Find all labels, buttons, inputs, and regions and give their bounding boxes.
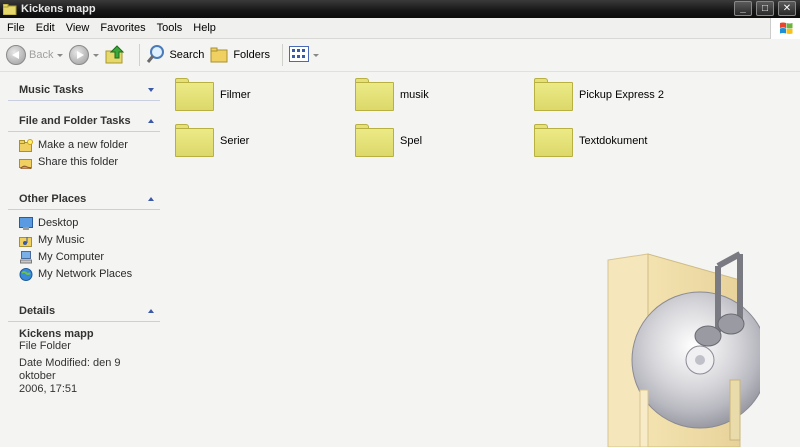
details-name: Kickens mapp <box>19 328 94 340</box>
chevron-up-icon[interactable] <box>148 118 154 123</box>
file-folder-tasks-title: File and Folder Tasks <box>19 114 131 127</box>
music-tasks-header[interactable]: Music Tasks <box>8 79 160 101</box>
music-folder-watermark-icon <box>600 240 769 447</box>
other-places-title: Other Places <box>19 192 87 205</box>
minimize-icon: _ <box>740 3 746 14</box>
new-folder-icon <box>19 138 33 152</box>
share-folder-icon <box>19 156 33 169</box>
file-folder-tasks-section: File and Folder Tasks Make a new folder … <box>8 110 160 171</box>
details-modified-time: 2006, 17:51 <box>19 383 78 395</box>
back-arrow-icon <box>6 45 26 65</box>
file-folder-tasks-header[interactable]: File and Folder Tasks <box>8 110 160 132</box>
chevron-down-icon <box>313 53 320 57</box>
other-places-section: Other Places Desktop My Music My Compute… <box>8 188 160 283</box>
my-music-icon <box>19 234 33 247</box>
folder-label: Serier <box>220 134 250 147</box>
forward-button[interactable] <box>69 45 100 65</box>
toolbar-separator <box>139 44 141 66</box>
folder-label: Spel <box>400 134 423 147</box>
chevron-up-icon[interactable] <box>148 196 154 201</box>
folder-label: Textdokument <box>579 134 648 147</box>
menu-tools[interactable]: Tools <box>154 22 191 34</box>
folders-button[interactable]: Folders <box>210 45 270 66</box>
minimize-button[interactable]: _ <box>734 1 752 16</box>
folders-icon <box>210 45 230 66</box>
menu-file[interactable]: File <box>4 22 33 34</box>
folder-icon <box>534 124 573 157</box>
folder-item[interactable]: Serier <box>175 124 249 157</box>
toolbar-separator <box>282 44 284 66</box>
folder-icon <box>355 78 394 111</box>
other-place-my-music[interactable]: My Music <box>19 232 160 248</box>
other-place-my-computer[interactable]: My Computer <box>19 249 160 265</box>
close-icon: ✕ <box>782 3 792 14</box>
folder-label: Pickup Express 2 <box>579 88 664 101</box>
make-new-folder-label: Make a new folder <box>38 139 128 151</box>
chevron-down-icon <box>57 53 64 57</box>
chevron-down-icon <box>93 53 100 57</box>
folder-icon <box>355 124 394 157</box>
menu-edit[interactable]: Edit <box>33 22 63 34</box>
up-folder-icon <box>105 44 127 67</box>
music-tasks-section: Music Tasks <box>8 79 160 101</box>
back-button[interactable]: Back <box>6 45 64 65</box>
folder-item[interactable]: Pickup Express 2 <box>534 78 664 111</box>
my-computer-label: My Computer <box>38 251 105 263</box>
forward-arrow-icon <box>69 45 90 65</box>
folders-label: Folders <box>233 49 271 61</box>
details-modified-date: Date Modified: den 9 oktober <box>19 357 121 382</box>
folder-icon <box>175 124 214 157</box>
menu-help[interactable]: Help <box>190 22 224 34</box>
search-icon <box>146 44 166 67</box>
share-folder-label: Share this folder <box>38 156 119 168</box>
my-computer-icon <box>19 250 33 264</box>
details-type: File Folder <box>19 340 71 352</box>
details-header[interactable]: Details <box>8 300 160 322</box>
folder-item[interactable]: Spel <box>355 124 422 157</box>
details-section: Details Kickens mapp File Folder Date Mo… <box>8 300 160 396</box>
my-network-places-label: My Network Places <box>38 268 133 280</box>
details-title: Details <box>19 304 56 317</box>
my-music-label: My Music <box>38 234 85 246</box>
windows-logo-icon <box>770 18 800 39</box>
other-place-desktop[interactable]: Desktop <box>19 215 160 231</box>
folder-icon <box>534 78 573 111</box>
chevron-down-icon[interactable] <box>148 87 154 92</box>
maximize-icon: □ <box>761 3 769 14</box>
search-button[interactable]: Search <box>146 44 204 67</box>
other-places-header[interactable]: Other Places <box>8 188 160 210</box>
folder-item[interactable]: musik <box>355 78 429 111</box>
chevron-up-icon[interactable] <box>148 308 154 313</box>
desktop-icon <box>19 216 33 230</box>
other-place-my-network-places[interactable]: My Network Places <box>19 266 160 282</box>
back-label: Back <box>29 49 54 61</box>
music-tasks-title: Music Tasks <box>19 83 84 96</box>
search-label: Search <box>169 49 205 61</box>
views-icon <box>289 45 310 65</box>
folder-label: musik <box>400 88 429 101</box>
toolbar: Back Search Folders <box>0 39 800 72</box>
menu-bar: File Edit View Favorites Tools Help <box>0 18 800 39</box>
folder-icon <box>175 78 214 111</box>
folder-icon <box>2 3 17 15</box>
menu-view[interactable]: View <box>63 22 98 34</box>
views-button[interactable] <box>289 45 320 65</box>
folder-item[interactable]: Filmer <box>175 78 251 111</box>
close-button[interactable]: ✕ <box>778 1 796 16</box>
network-places-icon <box>19 267 33 281</box>
share-folder-link[interactable]: Share this folder <box>19 154 160 170</box>
folder-label: Filmer <box>220 88 251 101</box>
make-new-folder-link[interactable]: Make a new folder <box>19 137 160 153</box>
title-bar[interactable]: Kickens mapp _ □ ✕ <box>0 0 800 18</box>
up-button[interactable] <box>105 44 127 67</box>
folder-item[interactable]: Textdokument <box>534 124 647 157</box>
maximize-button[interactable]: □ <box>756 1 774 16</box>
menu-favorites[interactable]: Favorites <box>97 22 153 34</box>
window-title: Kickens mapp <box>21 3 96 15</box>
desktop-label: Desktop <box>38 217 79 229</box>
task-pane: Music Tasks File and Folder Tasks Make a… <box>0 72 168 447</box>
